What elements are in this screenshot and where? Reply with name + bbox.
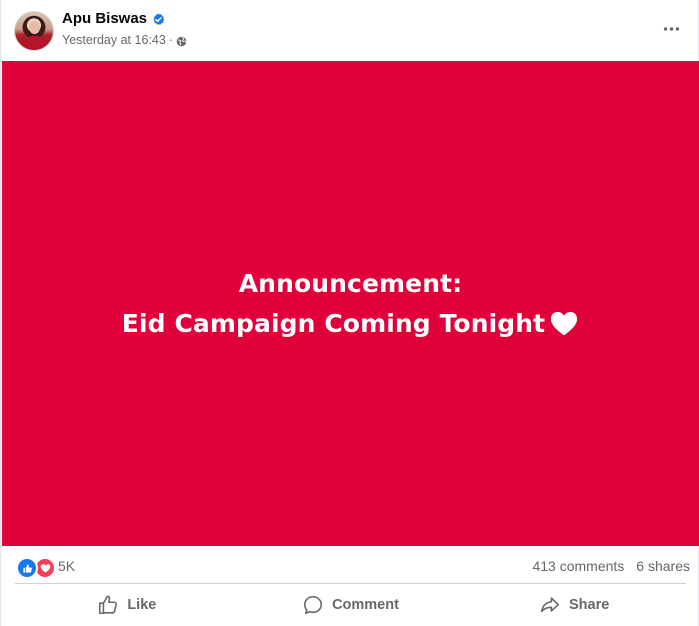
media-line-2-row: Eid Campaign Coming Tonight — [122, 304, 579, 344]
author-row: Apu Biswas — [62, 10, 165, 28]
globe-icon[interactable] — [176, 35, 187, 46]
thumbs-up-icon — [99, 595, 118, 615]
post-timestamp[interactable]: Yesterday at 16:43 — [62, 32, 166, 48]
share-arrow-icon — [540, 597, 560, 613]
more-options-button[interactable] — [656, 14, 686, 44]
reaction-count[interactable]: 5K — [58, 558, 75, 574]
share-button[interactable]: Share — [462, 586, 686, 624]
comment-label: Comment — [332, 597, 399, 613]
divider — [15, 583, 686, 584]
meta-separator: · — [168, 33, 173, 47]
like-button[interactable]: Like — [15, 586, 239, 624]
media-line-2: Eid Campaign Coming Tonight — [121, 308, 546, 338]
comment-button[interactable]: Comment — [239, 586, 463, 624]
comments-count[interactable]: 413 comments — [532, 558, 624, 574]
share-label: Share — [569, 597, 610, 613]
reaction-icons[interactable] — [16, 557, 56, 579]
comment-bubble-icon — [304, 595, 323, 615]
avatar-face — [29, 21, 40, 34]
reactions-bar: 5K 413 comments 6 shares — [1, 548, 699, 584]
verified-badge-icon — [152, 12, 165, 26]
author-name[interactable]: Apu Biswas — [62, 10, 147, 28]
action-bar: Like Comment Share — [15, 586, 686, 624]
post-header: Apu Biswas Yesterday at 16:43 · — [1, 0, 699, 60]
avatar-dress — [21, 36, 49, 50]
white-heart-icon — [551, 311, 578, 335]
engagement-counts: 413 comments 6 shares — [532, 558, 690, 574]
like-icon — [16, 557, 38, 579]
more-dots-icon — [663, 27, 679, 31]
avatar[interactable] — [14, 11, 54, 51]
post-meta: Yesterday at 16:43 · — [62, 32, 187, 48]
media-text: Announcement: Eid Campaign Coming Tonigh… — [122, 264, 579, 344]
shares-count[interactable]: 6 shares — [636, 558, 690, 574]
facebook-post: Apu Biswas Yesterday at 16:43 · Announce… — [0, 0, 699, 626]
like-label: Like — [127, 597, 157, 613]
media-line-1: Announcement: — [238, 268, 463, 298]
post-media[interactable]: Announcement: Eid Campaign Coming Tonigh… — [2, 61, 699, 546]
